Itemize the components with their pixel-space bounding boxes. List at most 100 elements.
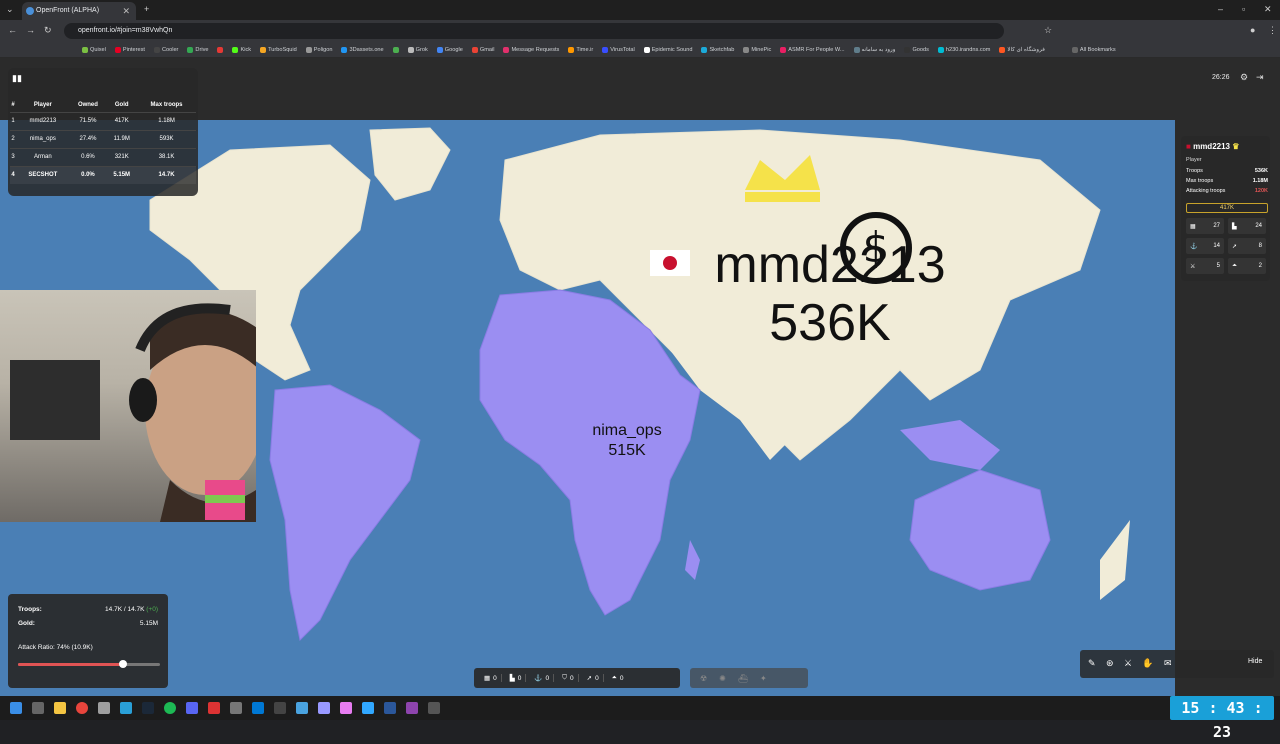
start-icon[interactable] [10,702,22,714]
app-icon[interactable] [274,702,286,714]
enemy-map-label: nima_ops 515K [572,421,682,461]
col-gold[interactable]: Gold [106,98,137,112]
spotify-icon[interactable] [164,702,176,714]
maximize-icon[interactable]: ▫ [1242,4,1245,14]
build-port-button[interactable]: ⚓ 0 [530,674,555,682]
profile-icon[interactable]: ● [1250,25,1255,35]
bookmark-item[interactable]: h230.irandns.com [937,46,990,53]
bookmark-item[interactable]: Google [436,46,463,53]
photoshop-icon[interactable] [362,702,374,714]
build-sam-button[interactable]: ⏶ 0 [608,674,628,682]
app-icon[interactable] [252,702,264,714]
browser-menu-icon[interactable]: ⋮ [1268,25,1277,36]
new-tab-icon[interactable]: + [144,4,149,14]
all-bookmarks[interactable]: All Bookmarks [1071,46,1116,53]
max-troops-cell: 593K [137,129,196,148]
after-effects-icon[interactable] [318,702,330,714]
minimize-icon[interactable]: – [1218,4,1223,14]
bookmark-item[interactable] [217,46,224,53]
tab-search-icon[interactable]: ⌄ [6,4,14,15]
game-viewport: $ ▮▮ # Player Owned Gold Max troops 1 mm… [0,58,1280,696]
settings-gear-icon[interactable]: ⚙ [1240,72,1248,83]
bookmark-item[interactable]: Kick [232,46,251,53]
bookmark-item[interactable]: VirusTotal [602,46,635,53]
col-owned[interactable]: Owned [70,98,107,112]
bookmark-item[interactable]: Time.ir [568,46,593,53]
bookmark-star-icon[interactable]: ☆ [1044,25,1052,36]
col-max-troops[interactable]: Max troops [137,98,196,112]
browser-tab-bar: ⌄ OpenFront (ALPHA) ✕ + – ▫ ✕ [0,0,1280,20]
bookmark-item[interactable]: Message Requests [503,46,559,53]
app-icon[interactable] [230,702,242,714]
bookmark-item[interactable]: MinePic [743,46,771,53]
browser-tab[interactable]: OpenFront (ALPHA) ✕ [22,2,136,20]
bookmark-item[interactable] [392,46,399,53]
hide-button[interactable]: Hide [1248,658,1262,665]
bookmark-item[interactable]: Goods [904,46,929,53]
file-explorer-icon[interactable] [54,702,66,714]
defense-post-count: ⚔ 5 [1186,258,1224,274]
bookmark-item[interactable]: Poligon [305,46,332,53]
leaderboard-row[interactable]: 3 Arman 0.6% 321K 38.1K [10,147,196,166]
bookmark-item[interactable]: Gmail [471,46,494,53]
bookmark-item[interactable]: Cooler [153,46,178,53]
app-icon[interactable] [208,702,220,714]
bookmark-item[interactable]: Drive [187,46,208,53]
mirv-icon[interactable]: ✦ [760,674,767,683]
discord-icon[interactable] [186,702,198,714]
bookmark-item[interactable]: Grok [407,46,428,53]
leaderboard-row-self[interactable]: 4 SECSHOT 0.0% 5.15M 14.7K [10,165,196,184]
exit-icon[interactable]: ⇥ [1256,72,1264,83]
warship-icon[interactable]: ⛴ [738,674,748,683]
bookmark-item[interactable]: Sketchfab [701,46,734,53]
madagascar-territory [685,540,700,580]
build-city-button[interactable]: ▦ 0 [480,674,502,682]
steam-icon[interactable] [142,702,154,714]
close-tab-icon[interactable]: ✕ [122,2,130,20]
reload-icon[interactable]: ↻ [44,25,52,36]
player-cell: mmd2213 [16,111,70,130]
search-icon[interactable] [32,702,44,714]
build-defense-button[interactable]: ⛉ 0 [558,674,579,682]
leaderboard-row[interactable]: 2 nima_ops 27.4% 11.9M 593K [10,129,196,148]
app-icon[interactable] [384,702,396,714]
bookmark-item[interactable]: ورود به سامانه [853,46,895,53]
leaderboard-row[interactable]: 1 mmd2213 71.5% 417K 1.18M [10,111,196,130]
attack-ratio-knob[interactable] [119,660,128,668]
troop-icon[interactable]: ⚔ [1124,658,1132,669]
telegram-icon[interactable] [120,702,132,714]
close-window-icon[interactable]: ✕ [1264,4,1272,15]
missile-silo-icon: ➚ [1232,243,1238,250]
premiere-icon[interactable] [340,702,352,714]
max-troops-cell: 14.7K [137,165,196,184]
atom-bomb-icon[interactable]: ☢ [700,674,707,683]
hydrogen-bomb-icon[interactable]: ✺ [719,674,726,683]
build-silo-button[interactable]: ➚ 0 [583,674,604,682]
chrome-icon[interactable] [76,702,88,714]
player-name: ■ mmd2213 ♛ [1186,142,1240,151]
forward-icon[interactable]: → [26,25,35,35]
leaderboard-toggle-icon[interactable]: ▮▮ [12,73,22,84]
app-icon[interactable] [98,702,110,714]
app-icon[interactable] [296,702,308,714]
attack-ratio-slider[interactable] [18,660,160,668]
bookmark-item[interactable]: 3Dassets.one [341,46,384,53]
pencil-icon[interactable]: ✎ [1088,658,1096,669]
bookmark-item[interactable]: Pinterest [114,46,145,53]
target-icon[interactable]: ⊛ [1106,658,1114,669]
build-factory-button[interactable]: ▙ 0 [506,674,527,682]
app-icon[interactable] [406,702,418,714]
bookmark-item[interactable]: Quixel [82,46,106,53]
bookmark-item[interactable]: فروشگاه ای کالا [999,46,1045,53]
bookmark-item[interactable]: ASMR For People W... [780,46,845,53]
chat-icon[interactable]: ✉ [1164,658,1172,669]
app-icon[interactable] [428,702,440,714]
back-icon[interactable]: ← [8,25,17,35]
bookmark-item[interactable]: Epidemic Sound [643,46,692,53]
troops-row: Troops 536K [1186,168,1268,174]
handshake-icon[interactable]: ✋ [1142,658,1153,669]
url-input[interactable]: openfront.io/#join=m38VwhQn [64,23,1004,39]
gold-cell: 321K [106,147,138,166]
leaderboard-panel: ▮▮ # Player Owned Gold Max troops 1 mmd2… [8,68,198,196]
bookmark-item[interactable]: TurboSquid [260,46,297,53]
